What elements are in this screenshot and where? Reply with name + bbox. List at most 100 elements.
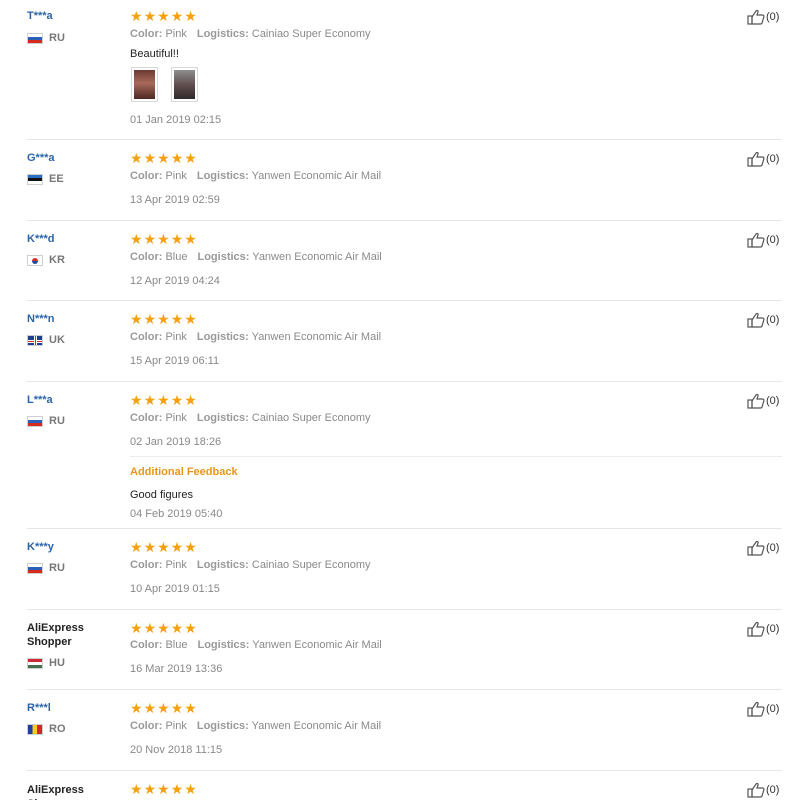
color-value: Pink [165, 559, 187, 571]
reviewer-name[interactable]: G***a [27, 151, 127, 165]
helpful-button[interactable]: (0) [747, 393, 779, 409]
reviewer-name: AliExpress Shopper [27, 784, 84, 800]
order-info: Color: Pink Logistics: Cainiao Super Econ… [130, 412, 371, 424]
helpful-button[interactable]: (0) [747, 312, 779, 328]
reviewer-country: RU [27, 25, 127, 44]
reviewer-name[interactable]: T***a [27, 9, 127, 23]
thumbs-up-icon [747, 621, 765, 637]
review-date: 10 Apr 2019 01:15 [130, 583, 220, 595]
order-info: Color: Pink Logistics: Yanwen Economic Ai… [130, 170, 381, 182]
helpful-count: (0) [766, 11, 780, 23]
star-icon: ★ [184, 8, 197, 24]
star-icon: ★ [184, 311, 197, 327]
review-divider [27, 381, 782, 382]
romania-flag-icon [27, 723, 43, 735]
review-date: 16 Mar 2019 13:36 [130, 663, 223, 675]
star-rating: ★ ★ ★ ★ ★ [130, 232, 197, 246]
review-divider [27, 528, 782, 529]
star-icon: ★ [184, 620, 197, 636]
estonia-flag-icon [27, 173, 43, 185]
reviewer-country: RU [27, 408, 127, 427]
reviewer-name[interactable]: K***d [27, 232, 127, 246]
helpful-button[interactable]: (0) [747, 9, 779, 25]
color-value: Pink [165, 331, 187, 343]
reviewer-name[interactable]: L***a [27, 393, 127, 407]
reviewer-country: RU [27, 555, 127, 574]
star-rating: ★ ★ ★ ★ ★ [130, 540, 197, 554]
star-icon: ★ [143, 311, 157, 327]
country-code: RU [49, 415, 65, 427]
logistics-value: Yanwen Economic Air Mail [252, 251, 382, 263]
helpful-button[interactable]: (0) [747, 540, 779, 556]
star-rating: ★ ★ ★ ★ ★ [130, 782, 197, 796]
logistics-label: Logistics: [196, 412, 249, 424]
review-photo-thumbnail[interactable] [171, 67, 198, 102]
review-photo-thumbnail[interactable] [131, 67, 158, 102]
star-icon: ★ [143, 150, 157, 166]
star-icon: ★ [157, 539, 170, 555]
reviewer-name[interactable]: K***y [27, 540, 127, 554]
reviewer-name[interactable]: N***n [27, 312, 127, 326]
review-date: 15 Apr 2019 06:11 [130, 355, 220, 367]
logistics-value: Cainiao Super Economy [251, 559, 371, 571]
helpful-button[interactable]: (0) [747, 782, 779, 798]
helpful-button[interactable]: (0) [747, 701, 779, 717]
country-code: EE [49, 173, 64, 185]
country-code: RO [49, 723, 66, 735]
russia-flag-icon [27, 562, 43, 574]
logistics-value: Cainiao Super Economy [251, 412, 371, 424]
helpful-button[interactable]: (0) [747, 621, 779, 637]
review-date: 20 Nov 2018 11:15 [130, 744, 223, 756]
thumbs-up-icon [747, 9, 765, 25]
star-rating: ★ ★ ★ ★ ★ [130, 151, 197, 165]
review-date: 13 Apr 2019 02:59 [130, 194, 220, 206]
star-icon: ★ [130, 8, 143, 24]
star-icon: ★ [170, 231, 184, 247]
review-divider [27, 139, 782, 140]
country-code: UK [49, 334, 65, 346]
star-icon: ★ [157, 781, 170, 797]
star-icon: ★ [130, 150, 143, 166]
logistics-value: Yanwen Economic Air Mail [252, 639, 382, 651]
order-info: Color: Pink Logistics: Yanwen Economic Ai… [130, 331, 381, 343]
logistics-label: Logistics: [196, 28, 249, 40]
star-icon: ★ [130, 311, 143, 327]
review-divider [27, 220, 782, 221]
additional-feedback-divider [130, 456, 782, 457]
color-label: Color: [130, 251, 163, 263]
helpful-button[interactable]: (0) [747, 232, 779, 248]
star-icon: ★ [130, 700, 143, 716]
logistics-value: Yanwen Economic Air Mail [251, 331, 382, 343]
color-label: Color: [130, 720, 163, 732]
color-label: Color: [130, 559, 163, 571]
helpful-button[interactable]: (0) [747, 151, 779, 167]
star-icon: ★ [157, 8, 170, 24]
star-icon: ★ [157, 231, 170, 247]
star-icon: ★ [170, 392, 184, 408]
logistics-value: Cainiao Super Economy [251, 28, 371, 40]
color-value: Pink [165, 412, 187, 424]
star-icon: ★ [130, 781, 143, 797]
south-korea-flag-icon [27, 254, 43, 266]
star-icon: ★ [130, 392, 143, 408]
star-icon: ★ [184, 150, 197, 166]
review-date: 12 Apr 2019 04:24 [130, 275, 220, 287]
star-icon: ★ [170, 150, 184, 166]
star-icon: ★ [184, 700, 197, 716]
review-divider [27, 609, 782, 610]
country-code: RU [49, 562, 65, 574]
country-code: KR [49, 254, 65, 266]
order-info: Color: Pink Logistics: Cainiao Super Econ… [130, 28, 371, 40]
thumbs-up-icon [747, 151, 765, 167]
review-text: Beautiful!! [130, 48, 179, 60]
color-value: Pink [165, 720, 187, 732]
star-icon: ★ [143, 781, 157, 797]
reviewer-name[interactable]: R***l [27, 701, 127, 715]
thumbs-up-icon [747, 701, 765, 717]
additional-feedback-text: Good figures [130, 489, 193, 501]
russia-flag-icon [27, 32, 43, 44]
star-icon: ★ [157, 620, 170, 636]
reviewer-country: UK [27, 327, 127, 346]
star-icon: ★ [130, 231, 143, 247]
reviewer-name: AliExpress Shopper [27, 622, 84, 648]
